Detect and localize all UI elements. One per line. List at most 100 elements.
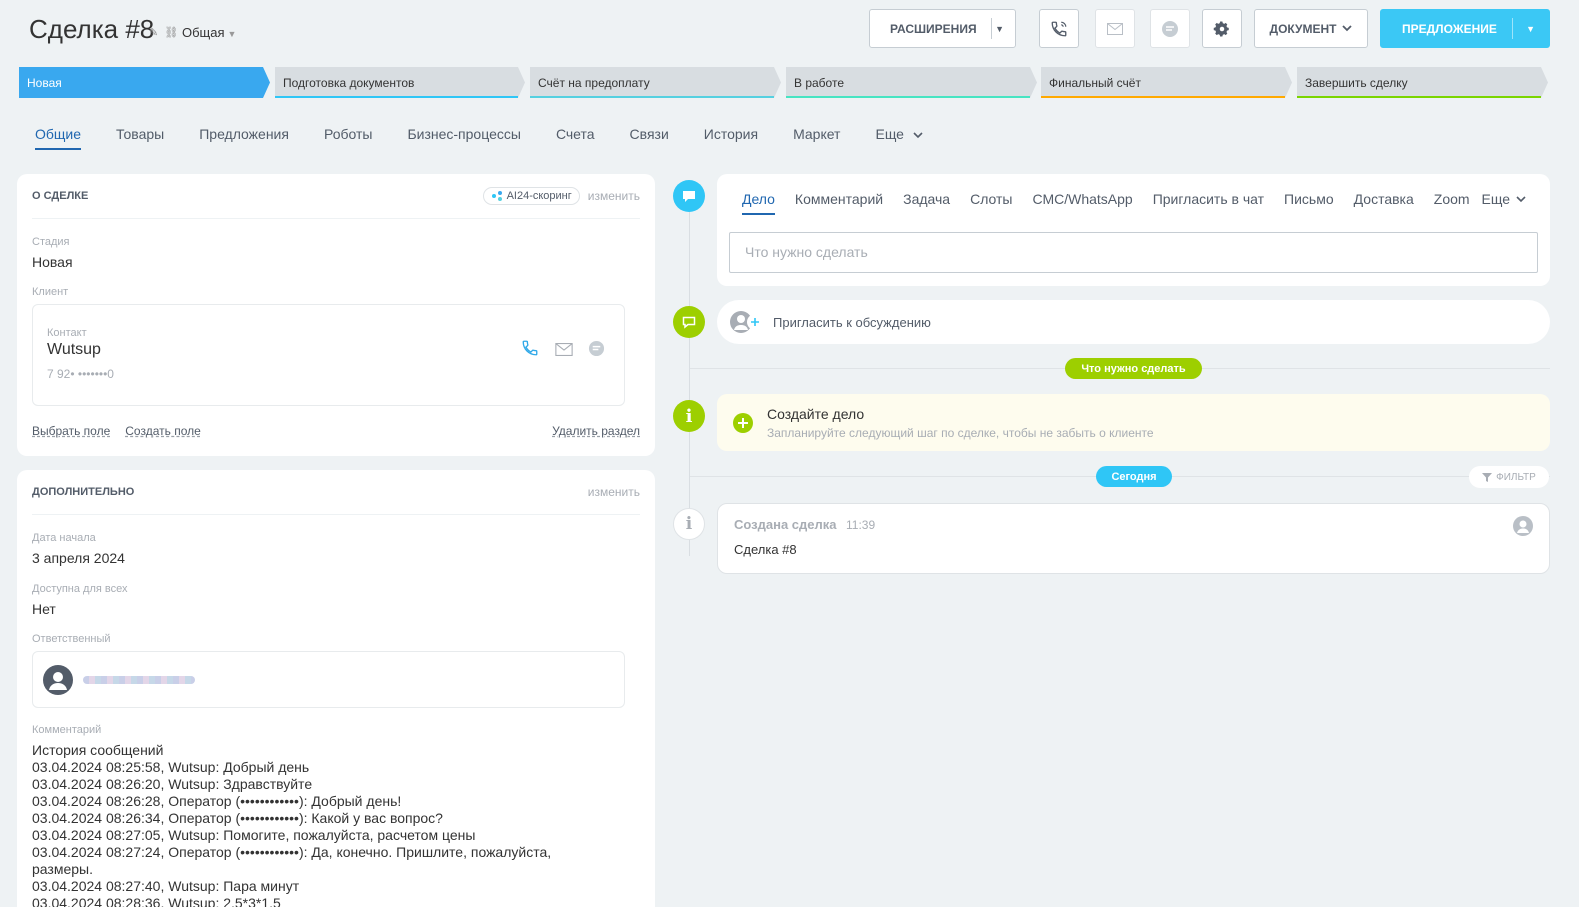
about-deal-card: О СДЕЛКЕ AI24-скоринг изменить Стадия Но… bbox=[17, 174, 655, 456]
phone-icon[interactable] bbox=[521, 339, 539, 357]
editor-more-tab[interactable]: Еще bbox=[1482, 191, 1527, 207]
ai-badge-label: AI24-скоринг bbox=[506, 190, 572, 202]
card-title: ДОПОЛНИТЕЛЬНО bbox=[32, 486, 135, 498]
timeline-line bbox=[689, 196, 690, 556]
chevron-down-icon bbox=[1342, 25, 1353, 32]
editor-tab-zoom[interactable]: Zoom bbox=[1434, 191, 1470, 215]
stage-docs[interactable]: Подготовка документов bbox=[275, 67, 525, 98]
comment-line: 03.04.2024 08:26:20, Wutsup: Здравствуйт… bbox=[32, 776, 313, 792]
create-activity-card[interactable]: Создайте дело Запланируйте следующий шаг… bbox=[717, 394, 1550, 451]
tab-bizproc[interactable]: Бизнес-процессы bbox=[407, 126, 520, 150]
editor-tab-invite-chat[interactable]: Пригласить в чат bbox=[1153, 191, 1264, 215]
create-activity-subtitle: Запланируйте следующий шаг по сделке, чт… bbox=[767, 426, 1154, 440]
todo-section-pill: Что нужно сделать bbox=[1065, 358, 1202, 379]
extra-card: ДОПОЛНИТЕЛЬНО изменить Дата начала 3 апр… bbox=[17, 470, 655, 907]
document-button[interactable]: ДОКУМЕНТ bbox=[1254, 9, 1368, 48]
user-icon bbox=[49, 672, 67, 690]
comment-text: История сообщений 03.04.2024 08:25:58, W… bbox=[32, 742, 625, 907]
tab-general[interactable]: Общие bbox=[35, 126, 82, 150]
card-title: О СДЕЛКЕ bbox=[32, 190, 89, 202]
comment-line: 03.04.2024 08:25:58, Wutsup: Добрый день bbox=[32, 759, 310, 775]
editor-tabs: Дело Комментарий Задача Слоты СМС/WhatsA… bbox=[742, 191, 1490, 215]
edit-link[interactable]: изменить bbox=[588, 485, 640, 499]
comment-line: 03.04.2024 08:27:40, Wutsup: Пара минут bbox=[32, 878, 300, 894]
info-icon: i bbox=[685, 514, 693, 534]
tab-offers[interactable]: Предложения bbox=[199, 126, 289, 150]
tab-products[interactable]: Товары bbox=[116, 126, 164, 150]
editor-tab-sms[interactable]: СМС/WhatsApp bbox=[1032, 191, 1132, 215]
editor-tab-email[interactable]: Письмо bbox=[1284, 191, 1334, 215]
editor-tab-todo[interactable]: Дело bbox=[742, 191, 775, 215]
invite-discussion[interactable]: Пригласить к обсуждению bbox=[717, 300, 1550, 344]
ai-scoring-badge[interactable]: AI24-скоринг bbox=[482, 187, 580, 205]
avatar[interactable] bbox=[43, 665, 73, 695]
main-tabs: Общие Товары Предложения Роботы Бизнес-п… bbox=[35, 126, 958, 150]
extensions-button[interactable]: РАСШИРЕНИЯ ▼ bbox=[869, 9, 1016, 48]
settings-button[interactable] bbox=[1202, 9, 1242, 48]
stage-final-invoice[interactable]: Финальный счёт bbox=[1041, 67, 1292, 98]
create-field-link[interactable]: Создать поле bbox=[125, 424, 201, 438]
chat-icon[interactable] bbox=[588, 340, 605, 357]
editor-tab-delivery[interactable]: Доставка bbox=[1354, 191, 1414, 215]
history-item: Создана сделка 11:39 Сделка #8 bbox=[717, 503, 1550, 574]
card-header: ДОПОЛНИТЕЛЬНО изменить bbox=[32, 470, 640, 515]
stage-close-deal[interactable]: Завершить сделку bbox=[1297, 67, 1548, 98]
stage-prepay[interactable]: Счёт на предоплату bbox=[530, 67, 781, 98]
todo-input[interactable]: Что нужно сделать bbox=[729, 232, 1538, 273]
pencil-icon[interactable]: ✎ bbox=[149, 26, 158, 39]
email-button[interactable] bbox=[1095, 9, 1135, 48]
mail-icon bbox=[1107, 22, 1123, 35]
edit-link[interactable]: изменить bbox=[588, 189, 640, 203]
editor-tab-slots[interactable]: Слоты bbox=[970, 191, 1012, 215]
contact-box: Контакт Wutsup 7 92• •••••••0 bbox=[32, 304, 625, 406]
comment-line: 03.04.2024 08:27:05, Wutsup: Помогите, п… bbox=[32, 827, 476, 843]
delete-section-link[interactable]: Удалить раздел bbox=[552, 424, 640, 438]
start-date-value: 3 апреля 2024 bbox=[32, 550, 125, 566]
stage-new[interactable]: Новая bbox=[19, 67, 270, 98]
available-label: Доступна для всех bbox=[32, 583, 128, 595]
history-title: Создана сделка bbox=[734, 517, 837, 532]
filter-button[interactable]: ФИЛЬТР bbox=[1469, 466, 1549, 488]
document-label: ДОКУМЕНТ bbox=[1269, 21, 1337, 36]
filter-label: ФИЛЬТР bbox=[1496, 471, 1536, 483]
editor-tab-comment[interactable]: Комментарий bbox=[795, 191, 883, 215]
mail-icon[interactable] bbox=[555, 343, 573, 356]
avatar[interactable] bbox=[1513, 516, 1533, 536]
page-title: Сделка #8 bbox=[29, 14, 155, 44]
timeline-info-dot: i bbox=[673, 400, 705, 432]
plus-icon[interactable] bbox=[733, 413, 753, 433]
category-label: Общая bbox=[182, 25, 225, 40]
editor-tab-task[interactable]: Задача bbox=[903, 191, 950, 215]
chevron-down-icon[interactable]: ▼ bbox=[1526, 24, 1535, 34]
tab-more-label: Еще bbox=[875, 126, 904, 142]
filter-icon bbox=[1482, 472, 1493, 482]
call-button[interactable] bbox=[1039, 9, 1079, 48]
category-select[interactable]: Общая ▼ bbox=[182, 25, 236, 40]
select-field-link[interactable]: Выбрать поле bbox=[32, 424, 110, 438]
tab-relations[interactable]: Связи bbox=[630, 126, 669, 150]
tab-history[interactable]: История bbox=[704, 126, 758, 150]
timeline-history-dot: i bbox=[673, 508, 705, 540]
contact-name[interactable]: Wutsup bbox=[47, 341, 101, 359]
comment-line: размеры. bbox=[32, 861, 93, 877]
chevron-down-icon[interactable]: ▼ bbox=[995, 24, 1004, 34]
stage-field-value: Новая bbox=[32, 254, 73, 270]
link-icon[interactable]: ⛓ bbox=[164, 26, 178, 39]
comment-label: Комментарий bbox=[32, 724, 102, 736]
contact-phone[interactable]: 7 92• •••••••0 bbox=[47, 367, 114, 381]
tab-more[interactable]: Еще bbox=[875, 126, 923, 150]
stage-label: Счёт на предоплату bbox=[538, 75, 650, 90]
extensions-label: РАСШИРЕНИЯ bbox=[890, 21, 977, 36]
tab-market[interactable]: Маркет bbox=[793, 126, 840, 150]
stage-in-work[interactable]: В работе bbox=[786, 67, 1037, 98]
offer-button[interactable]: ПРЕДЛОЖЕНИЕ ▼ bbox=[1380, 9, 1550, 48]
responsible-name-redacted[interactable] bbox=[83, 676, 195, 684]
chat-button[interactable] bbox=[1150, 9, 1190, 48]
comment-line: 03.04.2024 08:28:36, Wutsup: 2,5*3*1,5 bbox=[32, 895, 281, 907]
title-tools: ✎ ⛓ bbox=[149, 26, 178, 39]
tab-robots[interactable]: Роботы bbox=[324, 126, 372, 150]
gear-icon bbox=[1213, 21, 1229, 36]
create-activity-title: Создайте дело bbox=[767, 406, 865, 422]
tab-invoices[interactable]: Счета bbox=[556, 126, 595, 150]
timeline-editor-dot bbox=[673, 180, 705, 212]
